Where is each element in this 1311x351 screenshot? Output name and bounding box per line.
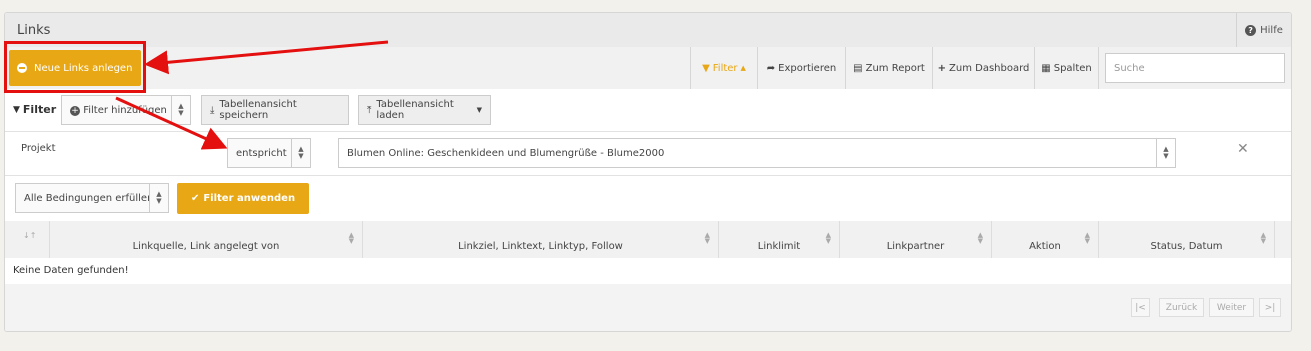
add-filter-label: Filter hinzufügen	[83, 104, 167, 116]
new-links-label: Neue Links anlegen	[34, 62, 133, 74]
help-circle-icon: ?	[1245, 24, 1257, 36]
column-label: Linkquelle, Link angelegt von	[132, 241, 280, 252]
upload-icon: ⤒	[367, 104, 372, 116]
prev-page-label: Zurück	[1165, 302, 1198, 313]
column-label: Linkpartner	[886, 241, 945, 252]
export-button[interactable]: ➦ Exportieren	[757, 47, 845, 89]
document-icon: ▤	[853, 62, 863, 74]
table-header: ↓↑ Linkquelle, Link angelegt von ▲ ▼ Link…	[5, 221, 1291, 259]
caret-down-icon: ▼	[476, 106, 482, 114]
search-input[interactable]	[1105, 53, 1285, 83]
updown-icon: ▲ ▼	[149, 184, 168, 212]
toolbar-actions: ▼ Filter ▲ ➦ Exportieren ▤ Zum Report + …	[690, 47, 1291, 89]
prev-page-button[interactable]: Zurück	[1159, 298, 1204, 317]
add-filter-text: + Filter hinzufügen	[62, 105, 171, 116]
columns-label: Spalten	[1053, 62, 1092, 74]
report-button[interactable]: ▤ Zum Report	[845, 47, 932, 89]
column-label: Status, Datum	[1150, 241, 1223, 252]
next-page-button[interactable]: Weiter	[1209, 298, 1254, 317]
apply-row: Alle Bedingungen erfüllen ▲ ▼ ✔ Filter an…	[5, 175, 1291, 222]
filter-toggle-label: Filter	[712, 62, 738, 74]
first-page-label: |<	[1135, 302, 1146, 313]
add-filter-select[interactable]: + Filter hinzufügen ▲ ▼	[61, 95, 191, 125]
export-label: Exportieren	[778, 62, 837, 74]
project-value-select[interactable]: Blumen Online: Geschenkideen und Blumeng…	[338, 138, 1176, 168]
apply-filter-button[interactable]: ✔ Filter anwenden	[177, 183, 309, 214]
save-view-button[interactable]: ⤓ Tabellenansicht speichern	[201, 95, 349, 125]
funnel-icon: ▼	[13, 104, 20, 115]
page-title: Links	[17, 23, 51, 38]
remove-filter-icon[interactable]: ✕	[1237, 141, 1249, 157]
check-icon: ✔	[190, 193, 200, 204]
column-header[interactable]: Status, Datum ▲ ▼	[1099, 221, 1275, 258]
filter-label: ▼ Filter	[13, 103, 56, 116]
column-header[interactable]: Aktion ▲ ▼	[992, 221, 1099, 258]
column-header[interactable]: Linkpartner ▲ ▼	[840, 221, 992, 258]
column-label: Linklimit	[757, 241, 801, 252]
sort-icon: ▲ ▼	[348, 231, 354, 245]
updown-icon: ▲ ▼	[1156, 139, 1175, 167]
funnel-icon: ▼	[702, 62, 710, 74]
sort-icon: ▲ ▼	[825, 231, 831, 245]
column-label: Aktion	[1029, 241, 1061, 252]
empty-row: Keine Daten gefunden!	[5, 258, 1291, 285]
apply-filter-label: Filter anwenden	[203, 193, 296, 204]
load-view-label: Tabellenansicht laden	[376, 99, 454, 121]
operator-value: entspricht	[236, 147, 287, 159]
dashboard-label: Zum Dashboard	[949, 62, 1030, 74]
new-links-button[interactable]: Neue Links anlegen	[9, 50, 141, 86]
caret-up-icon: ▲	[740, 64, 746, 72]
column-header[interactable]: Linkquelle, Link angelegt von ▲ ▼	[50, 221, 363, 258]
sort-icon: ▲ ▼	[1084, 231, 1090, 245]
save-view-label: Tabellenansicht speichern	[219, 99, 297, 121]
download-icon: ⤓	[210, 104, 215, 116]
toolbar: Neue Links anlegen ▼ Filter ▲ ➦ Exportie…	[5, 47, 1291, 90]
plus-circle-icon: +	[70, 105, 80, 116]
dashboard-button[interactable]: + Zum Dashboard	[932, 47, 1034, 89]
minus-circle-icon	[17, 63, 27, 73]
condition-mode-select[interactable]: Alle Bedingungen erfüllen ▲ ▼	[15, 183, 169, 213]
column-index[interactable]: ↓↑	[5, 221, 50, 258]
links-panel: Links ? Hilfe Neue Links anlegen ▼ Filte…	[4, 12, 1292, 332]
operator-select[interactable]: entspricht ▲ ▼	[227, 138, 311, 168]
search-wrap	[1098, 47, 1291, 89]
condition-mode-value: Alle Bedingungen erfüllen	[24, 192, 149, 204]
last-page-button[interactable]: >|	[1259, 298, 1281, 317]
updown-icon: ▲ ▼	[171, 96, 190, 124]
column-label: Linkziel, Linktext, Linktyp, Follow	[458, 241, 623, 252]
first-page-button[interactable]: |<	[1131, 298, 1150, 317]
updown-icon: ▲ ▼	[291, 139, 310, 167]
project-value: Blumen Online: Geschenkideen und Blumeng…	[347, 147, 665, 159]
sort-icon: ▲ ▼	[977, 231, 983, 245]
sort-icon: ▲ ▼	[1260, 231, 1266, 245]
sort-icon: ↓↑	[23, 231, 37, 240]
table-footer: |< Zurück Weiter >|	[5, 284, 1291, 331]
columns-button[interactable]: ▦ Spalten	[1034, 47, 1098, 89]
column-header[interactable]: Linkziel, Linktext, Linktyp, Follow ▲ ▼	[363, 221, 719, 258]
filter-rule-row: Projekt entspricht ▲ ▼ Blumen Online: Ges…	[5, 131, 1291, 176]
empty-message: Keine Daten gefunden!	[13, 265, 129, 276]
help-label: Hilfe	[1260, 24, 1283, 36]
filter-bar: ▼ Filter + Filter hinzufügen ▲ ▼ ⤓ Tabell…	[5, 89, 1291, 132]
filter-field-label: Projekt	[21, 143, 56, 154]
panel-header: Links ? Hilfe	[5, 13, 1291, 48]
filter-toggle-button[interactable]: ▼ Filter ▲	[690, 47, 757, 89]
share-arrow-icon: ➦	[766, 62, 776, 74]
load-view-button[interactable]: ⤒ Tabellenansicht laden ▼	[358, 95, 491, 125]
grid-icon: ▦	[1041, 62, 1051, 74]
filter-label-text: Filter	[22, 103, 57, 116]
help-button[interactable]: ? Hilfe	[1236, 13, 1291, 47]
next-page-label: Weiter	[1216, 302, 1247, 313]
last-page-label: >|	[1264, 302, 1276, 313]
sort-icon: ▲ ▼	[704, 231, 710, 245]
plus-icon: +	[937, 62, 947, 74]
report-label: Zum Report	[865, 62, 925, 74]
column-header[interactable]: Linklimit ▲ ▼	[719, 221, 840, 258]
